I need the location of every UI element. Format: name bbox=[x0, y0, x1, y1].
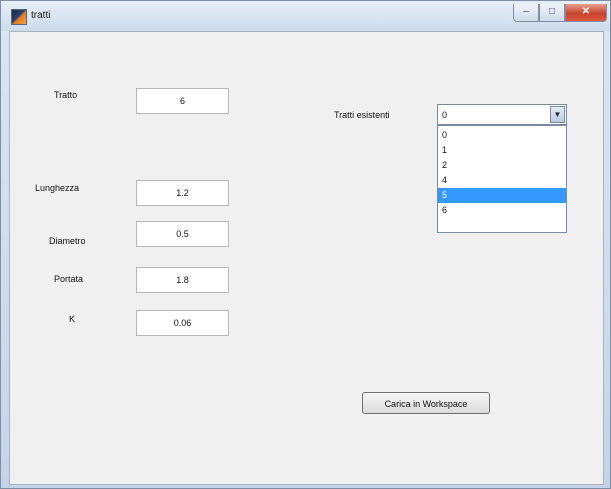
minimize-button[interactable]: – bbox=[513, 4, 539, 22]
lunghezza-label: Lunghezza bbox=[35, 183, 80, 193]
title-bar[interactable]: tratti – □ ✕ bbox=[1, 1, 610, 31]
chevron-down-icon[interactable]: ▼ bbox=[550, 106, 565, 123]
tratti-esistenti-value: 0 bbox=[442, 110, 448, 120]
figure-panel: Tratto Lunghezza Diametro Portata K Trat… bbox=[9, 31, 604, 485]
tratto-label: Tratto bbox=[54, 90, 78, 100]
close-button[interactable]: ✕ bbox=[565, 4, 607, 22]
lunghezza-field[interactable] bbox=[136, 180, 229, 206]
portata-label: Portata bbox=[54, 274, 84, 284]
window-title: tratti bbox=[31, 10, 51, 21]
main-window: tratti – □ ✕ Tratto Lunghezza Diametro P… bbox=[0, 0, 611, 489]
matlab-icon bbox=[11, 9, 27, 25]
option-5[interactable]: 5 bbox=[438, 188, 566, 203]
tratti-esistenti-label: Tratti esistenti bbox=[334, 110, 390, 120]
k-field[interactable] bbox=[136, 310, 229, 336]
option-6[interactable]: 6 bbox=[438, 203, 566, 218]
tratti-esistenti-select[interactable]: 0 ▼ bbox=[437, 104, 567, 125]
tratto-field[interactable] bbox=[136, 88, 229, 114]
portata-field[interactable] bbox=[136, 267, 229, 293]
tratti-esistenti-dropdown: 0 1 2 4 5 6 bbox=[437, 125, 567, 233]
maximize-button[interactable]: □ bbox=[539, 4, 565, 22]
option-0[interactable]: 0 bbox=[438, 128, 566, 143]
carica-in-workspace-button[interactable]: Carica in Workspace bbox=[362, 392, 490, 414]
option-1[interactable]: 1 bbox=[438, 143, 566, 158]
option-4[interactable]: 4 bbox=[438, 173, 566, 188]
option-2[interactable]: 2 bbox=[438, 158, 566, 173]
k-label: K bbox=[69, 314, 76, 324]
diametro-label: Diametro bbox=[49, 236, 86, 246]
diametro-field[interactable] bbox=[136, 221, 229, 247]
